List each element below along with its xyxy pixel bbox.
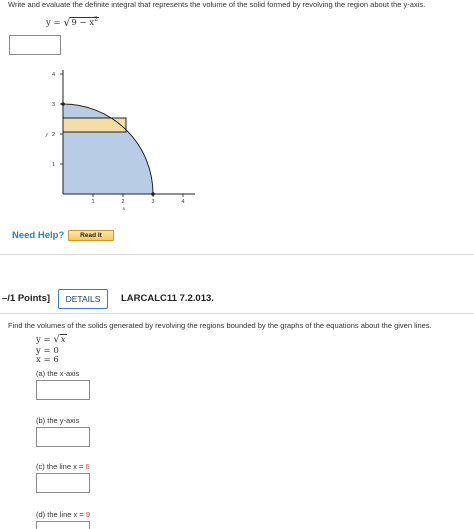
read-it-button[interactable]: Read It (68, 230, 114, 241)
section-divider (0, 254, 474, 255)
region-graph: 4 3 2 1 y 1 2 3 4 x (45, 70, 195, 212)
equation-radicand: 9 − x2 (70, 16, 99, 28)
header-divider (0, 313, 474, 314)
point-0-3 (61, 102, 65, 106)
x-tick-label: 1 (91, 199, 94, 205)
question-1-prompt: Write and evaluate the definite integral… (8, 0, 426, 9)
equation-y-sqrt: y = √9 − x2 (46, 16, 99, 29)
part-d-value: 9 (85, 510, 90, 519)
representative-strip (62, 117, 127, 133)
x-tick-label: 2 (121, 199, 124, 205)
part-a-answer-input[interactable] (36, 380, 90, 400)
integral-answer-input[interactable] (9, 35, 61, 55)
points-label: –/1 Points] (2, 293, 51, 304)
part-b-label: (b) the y-axis (36, 416, 80, 425)
part-c-label: (c) the line x = 6 (36, 462, 90, 471)
question-2-prompt: Find the volumes of the solids generated… (8, 321, 432, 330)
part-c-answer-input[interactable] (36, 473, 90, 493)
part-b-answer-input[interactable] (36, 427, 90, 447)
part-a-label: (a) the x-axis (36, 369, 80, 378)
x-tick-label: 4 (181, 199, 184, 205)
part-c-value: 6 (85, 462, 90, 471)
x-tick-label: 3 (151, 199, 154, 205)
details-button[interactable]: DETAILS (58, 289, 108, 309)
y-tick-label: 3 (52, 102, 55, 108)
y-tick-label: 2 (52, 132, 55, 138)
x-axis-label: x (122, 206, 126, 212)
part-d-answer-input[interactable] (36, 521, 90, 529)
sqrt-symbol: √ (53, 334, 60, 345)
problem-code: LARCALC11 7.2.013. (121, 293, 214, 304)
need-help-label: Need Help? (12, 230, 65, 241)
y-tick-label: 1 (52, 162, 55, 168)
part-d-label: (d) the line x = 9 (36, 510, 90, 519)
equation-x-6: x = 6 (36, 355, 59, 365)
y-axis-label: y (45, 132, 49, 138)
point-3-0 (151, 192, 155, 196)
equation-lhs: y = (46, 18, 61, 28)
y-tick-label: 4 (52, 72, 55, 78)
equation-y-sqrt-x: y = √x (36, 334, 67, 345)
